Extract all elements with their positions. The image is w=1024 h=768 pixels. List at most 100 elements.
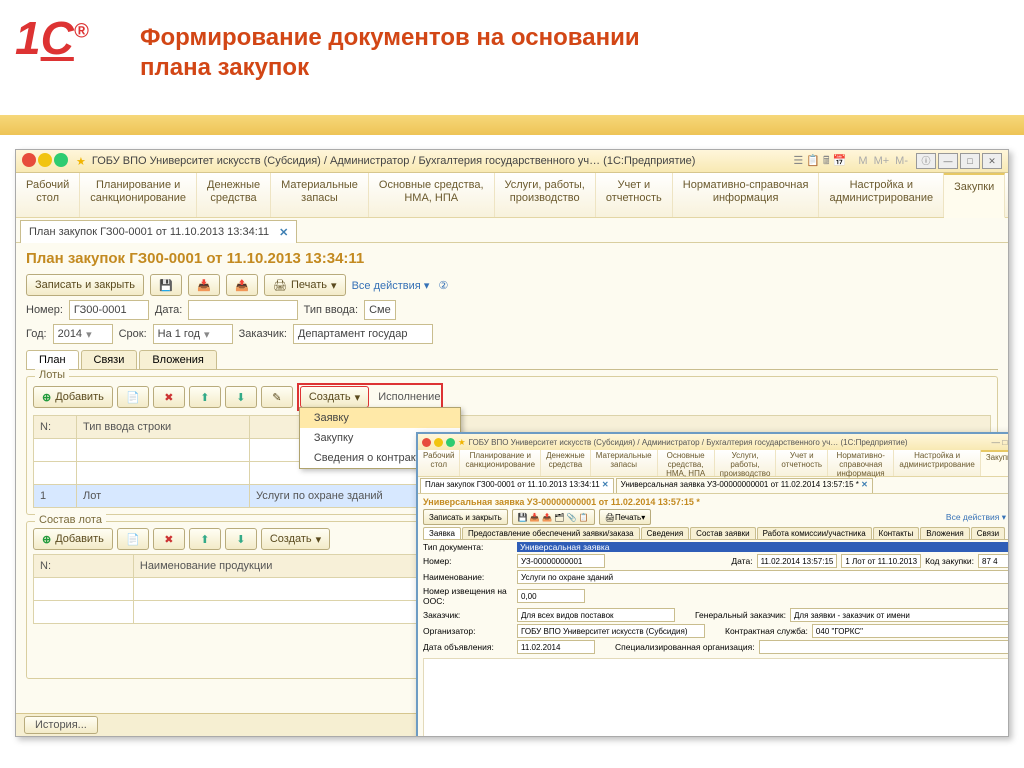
close-icon[interactable]: ✕: [279, 226, 288, 239]
inset-gid[interactable]: 87 4: [978, 554, 1009, 568]
all-actions-button[interactable]: Все действия ▾ ②: [352, 279, 449, 292]
inset-numobj[interactable]: 0,00: [517, 589, 585, 603]
inset-ann[interactable]: 11.02.2014: [517, 640, 595, 654]
section-fixed-assets[interactable]: Основные средства,НМА, НПА: [369, 173, 495, 217]
memory-mplus[interactable]: M+: [874, 155, 890, 167]
add-lot-button[interactable]: ⊕ Добавить: [33, 386, 113, 408]
section-accounting[interactable]: Учет иотчетность: [596, 173, 673, 217]
date-field[interactable]: 11.10.2013 13:34:11: [188, 300, 297, 320]
inset-print[interactable]: 🖨 Печать ▾: [599, 509, 651, 525]
down-icon[interactable]: ⬇: [225, 386, 257, 408]
inset-label: Дата:: [731, 556, 752, 566]
inset-doctype[interactable]: Универсальная заявка: [517, 542, 1009, 552]
create-content-button[interactable]: Создать ▾: [261, 528, 330, 550]
up-icon[interactable]: ⬆: [189, 528, 221, 550]
inset-section-active[interactable]: Закупки: [981, 450, 1009, 476]
section-admin[interactable]: Настройка иадминистрирование: [819, 173, 944, 217]
inset-section[interactable]: Услуги, работы,производство: [715, 450, 777, 476]
inset-label: Генеральный заказчик:: [695, 610, 786, 620]
copy-icon[interactable]: 📄: [117, 528, 149, 550]
section-desktop[interactable]: Рабочийстол: [16, 173, 80, 217]
inset-tab[interactable]: Работа комиссии/участника: [757, 527, 872, 539]
slide-title: Формирование документов на основанииплан…: [140, 15, 640, 83]
subtabs: План Связи Вложения: [26, 350, 998, 370]
inset-tab[interactable]: Контакты: [873, 527, 920, 539]
inset-section[interactable]: Планирование исанкционирование: [460, 450, 541, 476]
inset-blank-area: [423, 658, 1009, 737]
inset-num[interactable]: УЗ-00000000001: [517, 554, 605, 568]
inset-doctab-active[interactable]: Универсальная заявка УЗ-00000000001 от 1…: [616, 478, 873, 493]
divider-band: [0, 115, 1024, 135]
section-materials[interactable]: Материальныезапасы: [271, 173, 369, 217]
inset-section[interactable]: Рабочийстол: [418, 450, 460, 476]
inset-name[interactable]: Услуги по охране зданий: [517, 570, 1009, 584]
input-type-field[interactable]: Сме: [364, 300, 396, 320]
tab-links[interactable]: Связи: [81, 350, 138, 369]
history-button[interactable]: История...: [24, 716, 98, 734]
section-money[interactable]: Денежныесредства: [197, 173, 271, 217]
copy-icon[interactable]: 📄: [117, 386, 149, 408]
customer-field[interactable]: Департамент государ: [293, 324, 433, 344]
save-close-button[interactable]: Записать и закрыть: [26, 274, 144, 296]
section-menu: Рабочийстол Планирование исанкционирован…: [16, 173, 1008, 218]
inset-tab[interactable]: Сведения: [641, 527, 690, 539]
inset-date[interactable]: 11.02.2014 13:57:15: [757, 554, 838, 568]
inset-doctab[interactable]: План закупок ГЗ00-0001 от 11.10.2013 13:…: [420, 478, 614, 493]
memory-m[interactable]: M: [858, 155, 867, 167]
period-field[interactable]: На 1 год: [153, 324, 233, 344]
document-tabstrip: План закупок ГЗ00-0001 от 11.10.2013 13:…: [16, 218, 1008, 243]
add-content-button[interactable]: ⊕ Добавить: [33, 528, 113, 550]
inset-tab[interactable]: Состав заявки: [690, 527, 755, 539]
delete-icon[interactable]: ✖: [153, 386, 185, 408]
inset-section[interactable]: Нормативно-справочнаяинформация: [828, 450, 894, 476]
unpost-icon[interactable]: 📤: [226, 274, 258, 296]
inset-spec[interactable]: [759, 640, 1009, 654]
inset-lot[interactable]: 1 Лот от 11.10.2013: [841, 554, 921, 568]
save-icon[interactable]: 💾: [150, 274, 182, 296]
section-references[interactable]: Нормативно-справочнаяинформация: [673, 173, 820, 217]
edit-icon[interactable]: ✎: [261, 386, 293, 408]
tab-plan[interactable]: План: [26, 350, 79, 369]
inset-section[interactable]: Учет иотчетность: [776, 450, 828, 476]
exec-label[interactable]: Исполнение: [378, 391, 440, 403]
memory-mminus[interactable]: M-: [895, 155, 908, 167]
inset-save-close[interactable]: Записать и закрыть: [423, 509, 508, 525]
inset-label: Номер:: [423, 556, 513, 566]
year-field[interactable]: 2014: [53, 324, 113, 344]
inset-gen[interactable]: Для заявки - заказчик от имени: [790, 608, 1009, 622]
tb-icon[interactable]: ☰ 📋 🖩 📅: [793, 152, 846, 171]
down-icon[interactable]: ⬇: [225, 528, 257, 550]
logo-1c: 1C®: [0, 15, 140, 61]
section-planning[interactable]: Планирование исанкционирование: [80, 173, 197, 217]
inset-label: Тип документа:: [423, 542, 513, 552]
inset-all-actions[interactable]: Все действия ▾ ②: [946, 512, 1009, 523]
inset-tab[interactable]: Заявка: [423, 527, 461, 539]
label-date: Дата:: [155, 304, 182, 316]
print-button[interactable]: 🖨 Печать ▾: [264, 274, 346, 296]
popup-request[interactable]: Заявку: [300, 408, 460, 428]
inset-section[interactable]: Настройка иадминистрирование: [894, 450, 980, 476]
inset-tb-icon[interactable]: 💾 📥 📤 🗂 📎 📋: [512, 509, 595, 525]
favorite-icon[interactable]: ★: [76, 155, 86, 168]
document-tab[interactable]: План закупок ГЗ00-0001 от 11.10.2013 13:…: [20, 220, 297, 243]
inset-section[interactable]: Основные средства,НМА, НПА: [658, 450, 715, 476]
up-icon[interactable]: ⬆: [189, 386, 221, 408]
inset-org[interactable]: ГОБУ ВПО Университет искусств (Субсидия): [517, 624, 705, 638]
inset-ks[interactable]: 040 "ГОРКС": [812, 624, 1009, 638]
tab-attachments[interactable]: Вложения: [139, 350, 217, 369]
inset-customer[interactable]: Для всех видов поставок: [517, 608, 675, 622]
section-services[interactable]: Услуги, работы,производство: [495, 173, 596, 217]
section-procurement[interactable]: Закупки: [944, 173, 1005, 218]
create-menu-highlight: Создать ▾ Исполнение Заявку Закупку Свед…: [297, 383, 444, 411]
inset-tab[interactable]: Предоставление обеспечений заявки/заказа: [462, 527, 640, 539]
delete-icon[interactable]: ✖: [153, 528, 185, 550]
post-icon[interactable]: 📥: [188, 274, 220, 296]
inset-section[interactable]: Денежныесредства: [541, 450, 591, 476]
inset-tab[interactable]: Связи: [971, 527, 1005, 539]
inset-section[interactable]: Материальныезапасы: [591, 450, 658, 476]
inset-tab[interactable]: Вложения: [920, 527, 969, 539]
number-field[interactable]: ГЗ00-0001: [69, 300, 149, 320]
label-number: Номер:: [26, 304, 63, 316]
create-button[interactable]: Создать ▾: [300, 386, 369, 408]
window-controls[interactable]: ⓘ—□✕: [914, 153, 1002, 169]
